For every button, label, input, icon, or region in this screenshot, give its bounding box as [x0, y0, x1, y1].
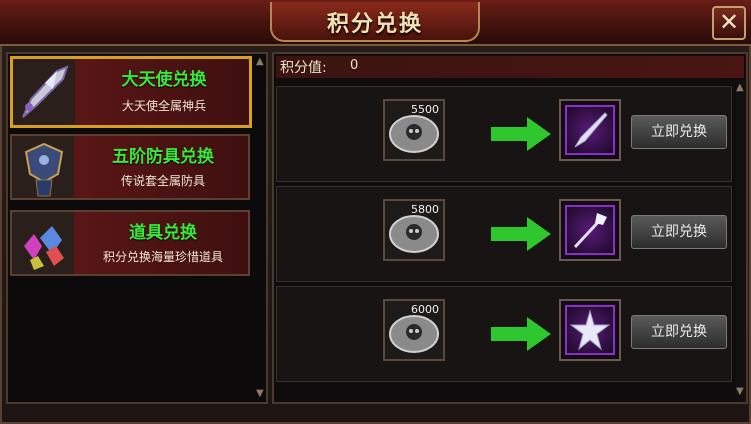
exchange-row: 5500 立即兑换 [276, 86, 732, 182]
category-item-exchange[interactable]: 道具兑换 积分兑换海量珍惜道具 [10, 210, 250, 276]
gems-icon [24, 226, 64, 270]
points-bar: 积分值: 0 [276, 56, 744, 78]
armor-icon [24, 142, 64, 197]
close-icon: ✕ [718, 8, 740, 36]
reward-slot[interactable] [559, 99, 621, 161]
category-subtitle: 大天使全属神兵 [121, 99, 206, 113]
point-cost: 5800 [411, 203, 439, 216]
point-coin: 5500 [383, 99, 445, 161]
point-coin: 6000 [383, 299, 445, 361]
scroll-up-icon[interactable]: ▲ [256, 56, 264, 67]
sword-icon [574, 112, 608, 148]
exchange-row: 5800 立即兑换 [276, 186, 732, 282]
close-button[interactable]: ✕ [712, 6, 746, 40]
category-subtitle: 传说套全属防具 [120, 174, 205, 188]
scroll-down-icon[interactable]: ▼ [736, 386, 744, 397]
point-cost: 6000 [411, 303, 439, 316]
category-angel-exchange[interactable]: 大天使兑换 大天使全属神兵 [10, 56, 252, 128]
scroll-up-icon[interactable]: ▲ [736, 82, 744, 93]
point-cost: 5500 [411, 103, 439, 116]
exchange-row: 6000 立即兑换 [276, 286, 732, 382]
category-title: 大天使兑换 [121, 70, 207, 90]
window-title: 积分兑换 [326, 12, 423, 37]
reward-slot[interactable] [559, 199, 621, 261]
exchange-button[interactable]: 立即兑换 [631, 115, 727, 149]
arrow-right-icon [491, 117, 551, 151]
star-mace-icon [569, 309, 611, 351]
sword-icon [22, 65, 69, 118]
category-title: 五阶防具兑换 [112, 147, 214, 167]
reward-slot[interactable] [559, 299, 621, 361]
point-coin: 5800 [383, 199, 445, 261]
category-armor-exchange[interactable]: 五阶防具兑换 传说套全属防具 [10, 134, 250, 200]
category-subtitle: 积分兑换海量珍惜道具 [102, 250, 223, 264]
exchange-button[interactable]: 立即兑换 [631, 315, 727, 349]
category-title: 道具兑换 [129, 223, 197, 243]
scroll-down-icon[interactable]: ▼ [256, 388, 264, 399]
arrow-right-icon [491, 217, 551, 251]
points-label: 积分值: [280, 60, 327, 76]
arrow-right-icon [491, 317, 551, 351]
exchange-button[interactable]: 立即兑换 [631, 215, 727, 249]
items-scrollbar[interactable]: ▲ ▼ [736, 80, 746, 402]
points-value: 0 [350, 58, 359, 73]
staff-icon [573, 213, 607, 249]
